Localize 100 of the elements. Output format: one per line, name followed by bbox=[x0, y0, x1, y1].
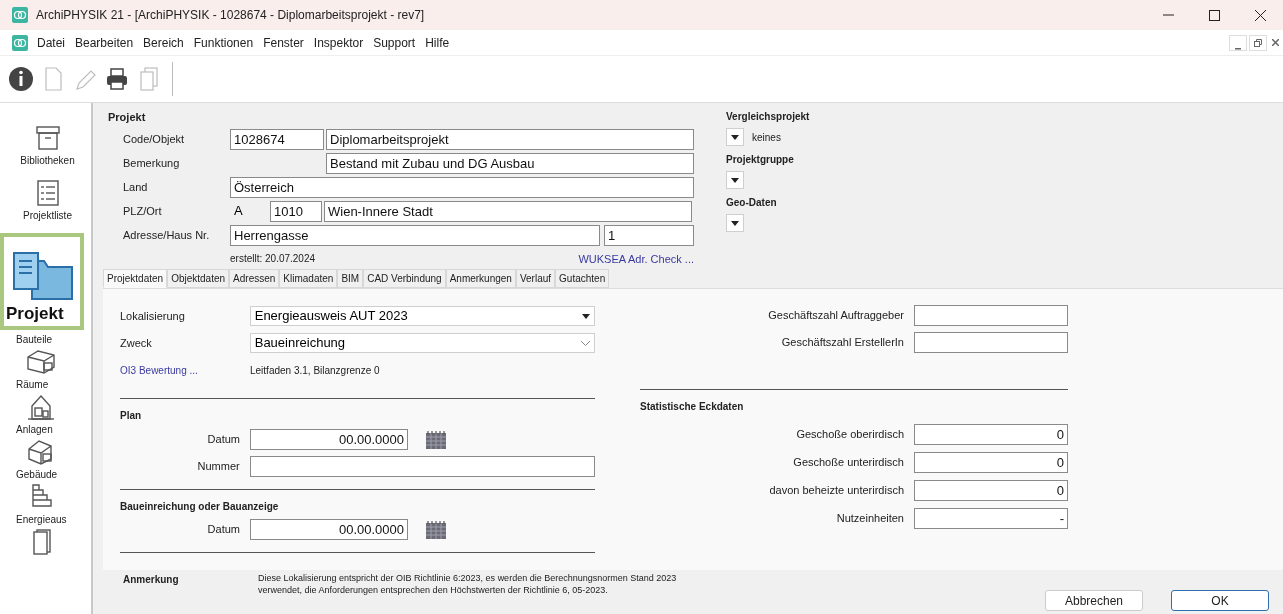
field-label: Adresse/Haus Nr. bbox=[122, 227, 211, 243]
tab[interactable]: Anmerkungen bbox=[445, 269, 516, 288]
field-label: Bemerkung bbox=[122, 155, 181, 171]
caret-icon bbox=[582, 313, 590, 319]
house-number-field[interactable]: 1 bbox=[604, 224, 694, 246]
field-label: Geschoße oberirdisch bbox=[796, 427, 905, 443]
menu-item[interactable]: Fenster bbox=[258, 33, 309, 52]
date-field[interactable]: 00.00.0000 bbox=[250, 429, 408, 450]
tab[interactable]: BIM bbox=[337, 269, 364, 288]
window-title: ArchiPHYSIK 21 - [ArchiPHYSIK - 1028674 - Diplomarbeitsprojekt - rev7] bbox=[36, 7, 425, 24]
object-field[interactable]: Diplomarbeitsprojekt bbox=[326, 128, 694, 150]
field-label: Datum bbox=[206, 432, 241, 448]
field-label: Geschäftszahl Auftraggeber bbox=[768, 308, 905, 324]
localization-select[interactable]: Energieausweis AUT 2023 bbox=[249, 306, 595, 326]
field-label: Nummer bbox=[196, 459, 241, 475]
country-field[interactable]: Österreich bbox=[230, 176, 694, 198]
calendar-icon[interactable] bbox=[426, 520, 446, 539]
chevron-down-icon bbox=[581, 340, 590, 346]
minimize-icon bbox=[1162, 14, 1174, 16]
menu-item[interactable]: Bearbeiten bbox=[70, 33, 139, 52]
statistic-field[interactable]: 0 bbox=[914, 424, 1068, 445]
oi3-link[interactable]: OI3 Bewertung ... bbox=[120, 363, 250, 378]
close-icon bbox=[1254, 9, 1266, 21]
project-folder-icon bbox=[10, 250, 74, 301]
info-icon[interactable] bbox=[8, 65, 34, 93]
print-icon[interactable] bbox=[104, 65, 130, 93]
dialog-button[interactable]: OK bbox=[1171, 590, 1269, 611]
tab[interactable]: Projektdaten bbox=[103, 269, 168, 288]
app-logo-icon bbox=[12, 34, 28, 51]
option-heading: Vergleichsprojekt bbox=[726, 110, 810, 124]
tab[interactable]: CAD Verbindung bbox=[363, 269, 446, 288]
maximize-icon bbox=[1208, 9, 1220, 21]
reference-number-field[interactable] bbox=[914, 305, 1068, 326]
caret-icon bbox=[731, 220, 739, 226]
tab[interactable]: Gutachten bbox=[555, 269, 610, 288]
menu-item[interactable]: Hilfe bbox=[420, 33, 455, 52]
reference-number-field[interactable] bbox=[914, 332, 1068, 353]
sidebar-item[interactable]: Projektliste bbox=[4, 178, 91, 223]
section-heading: Plan bbox=[120, 410, 142, 421]
menu-item[interactable]: Bereich bbox=[138, 33, 189, 52]
dialog-button[interactable]: Abbrechen bbox=[1045, 590, 1143, 611]
caret-icon bbox=[731, 134, 739, 140]
street-field[interactable]: Herrengasse bbox=[230, 224, 600, 246]
city-field[interactable]: Wien-Innere Stadt bbox=[324, 200, 692, 222]
tab[interactable]: Klimadaten bbox=[279, 269, 338, 288]
option-value: keines bbox=[752, 130, 781, 145]
sidebar-item[interactable]: Bauteile bbox=[4, 332, 91, 347]
field-label: Datum bbox=[206, 522, 241, 538]
child-restore-button[interactable] bbox=[1249, 34, 1267, 51]
remark-text: Diese Lokalisierung entspricht der OIB Richtlinie 6:2023, es werden die Berechnungsnormen Stand 2023 verwendet, die Anforderungen entsprechen den Höchstwerten der Richtlinie 6, 05-2023. bbox=[258, 572, 678, 596]
statistic-field[interactable]: 0 bbox=[914, 480, 1068, 501]
calendar-icon[interactable] bbox=[426, 430, 446, 449]
field-label: Zweck bbox=[120, 335, 153, 351]
menu-item[interactable]: Support bbox=[368, 33, 421, 52]
dropdown-button[interactable] bbox=[726, 128, 744, 146]
sidebar-item[interactable]: Bibliotheken bbox=[4, 123, 91, 168]
remark-field[interactable]: Bestand mit Zubau und DG Ausbau bbox=[326, 152, 694, 174]
menu-item[interactable]: Inspektor bbox=[308, 33, 369, 52]
dropdown-button[interactable] bbox=[726, 214, 744, 232]
remark-heading: Anmerkung bbox=[123, 573, 180, 587]
number-field[interactable] bbox=[249, 456, 595, 477]
tab[interactable]: Objektdaten bbox=[167, 269, 230, 288]
field-label: PLZ/Ort bbox=[122, 203, 163, 219]
tab[interactable]: Verlauf bbox=[515, 269, 556, 288]
field-label: Nutzeinheiten bbox=[836, 511, 905, 527]
option-heading: Projektgruppe bbox=[726, 153, 795, 167]
zip-field[interactable]: 1010 bbox=[270, 200, 322, 222]
close-icon bbox=[1271, 39, 1279, 46]
menu-item[interactable]: Funktionen bbox=[188, 33, 259, 52]
purpose-select[interactable]: Baueinreichung bbox=[249, 333, 595, 353]
statistic-field[interactable]: - bbox=[914, 508, 1068, 529]
tab[interactable]: Adressen bbox=[229, 269, 280, 288]
oi3-summary: Leitfaden 3.1, Bilanzgrenze 0 bbox=[250, 364, 380, 378]
country-code: A bbox=[233, 202, 244, 221]
dropdown-button[interactable] bbox=[726, 171, 744, 189]
section-heading: Statistische Eckdaten bbox=[640, 401, 744, 412]
sidebar-item[interactable]: Räume bbox=[4, 347, 91, 392]
field-label: Code/Objekt bbox=[122, 131, 186, 147]
sidebar-item[interactable]: Gebäude bbox=[4, 437, 91, 482]
field-label: Lokalisierung bbox=[120, 308, 186, 324]
section-heading: Projekt bbox=[108, 110, 147, 125]
sidebar-item[interactable]: Projekt bbox=[0, 233, 84, 330]
created-date: erstellt: 20.07.2024 bbox=[230, 252, 316, 267]
box-icon bbox=[24, 347, 58, 377]
menu-item[interactable]: Datei bbox=[32, 33, 70, 52]
field-label: Geschoße unterirdisch bbox=[793, 455, 905, 471]
option-heading: Geo-Daten bbox=[726, 196, 778, 210]
statistic-field[interactable]: 0 bbox=[914, 452, 1068, 473]
field-label: Geschäftszahl ErstellerIn bbox=[781, 335, 905, 351]
caret-icon bbox=[731, 177, 739, 183]
sidebar-item[interactable]: Anlagen bbox=[4, 392, 91, 437]
field-label: davon beheizte unterirdisch bbox=[769, 483, 905, 499]
section-heading: Baueinreichung oder Bauanzeige bbox=[120, 501, 279, 512]
address-check-link[interactable]: WUKSEA Adr. Check ... bbox=[578, 250, 694, 267]
field-label: Land bbox=[122, 179, 149, 195]
code-field[interactable]: 1028674 bbox=[230, 128, 324, 150]
sidebar-item[interactable]: Energieaus bbox=[4, 482, 91, 527]
app-logo-icon bbox=[12, 7, 28, 23]
date-field[interactable]: 00.00.0000 bbox=[250, 519, 408, 540]
restore-icon bbox=[1254, 38, 1262, 47]
